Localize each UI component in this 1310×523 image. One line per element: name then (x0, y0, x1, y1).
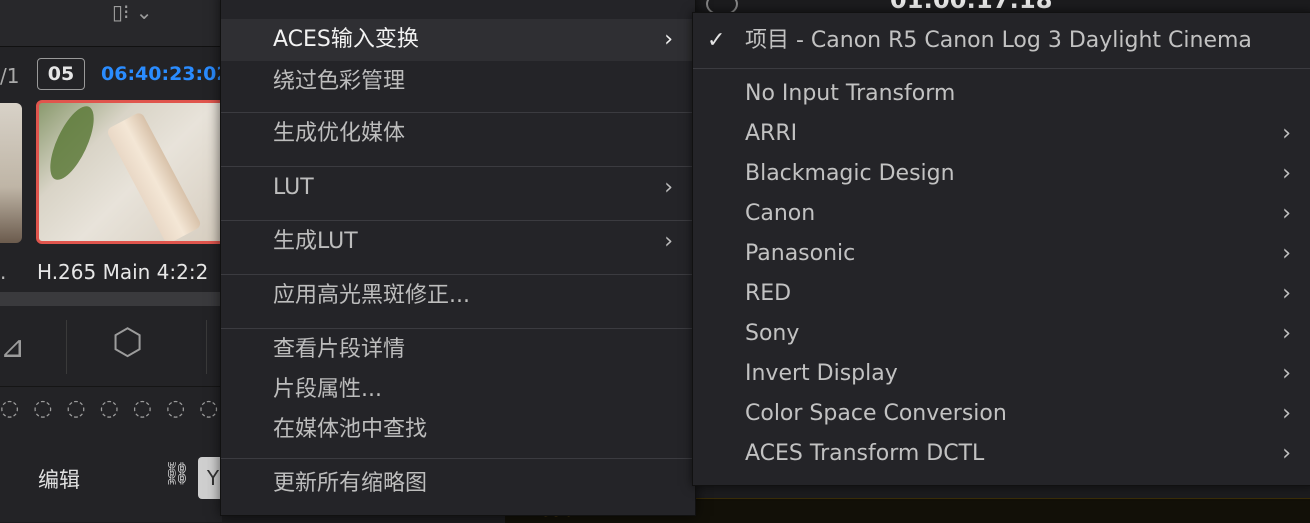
chevron-right-icon: › (664, 175, 673, 200)
menu-item-label: 片段属性... (273, 377, 382, 402)
clip-number-badge: 05 (37, 58, 85, 90)
clip-counter: /1 (0, 64, 20, 88)
submenu-item-panasonic[interactable]: Panasonic › (693, 235, 1310, 273)
menu-item-label: 生成LUT (273, 229, 358, 254)
submenu-item-aces-transform-dctl[interactable]: ACES Transform DCTL › (693, 435, 1310, 473)
chevron-right-icon: › (664, 229, 673, 254)
menu-item-label: 查看片段详情 (273, 337, 406, 362)
menu-item-generate-lut[interactable]: 生成LUT › (221, 223, 695, 261)
menu-item-clip-attributes[interactable]: 片段属性... (221, 371, 695, 409)
menu-separator (221, 328, 695, 329)
menu-item-label: 生成优化媒体 (273, 121, 406, 146)
submenu-item-project-default[interactable]: ✓ 项目 - Canon R5 Canon Log 3 Daylight Cin… (693, 21, 1310, 61)
menu-item-bypass-color-management[interactable]: 绕过色彩管理 (221, 63, 695, 101)
menu-item-generate-optimized-media[interactable]: 生成优化媒体 (221, 115, 695, 153)
menu-item-label: 绕过色彩管理 (273, 69, 406, 94)
submenu-item-label: Canon (745, 201, 816, 226)
menu-separator (221, 112, 695, 113)
context-menu: ACES输入变换 › 绕过色彩管理 生成优化媒体 LUT › 生成LUT › 应… (220, 0, 696, 516)
menu-separator (221, 458, 695, 459)
clip-codec-label: H.265 Main 4:2:2 (37, 260, 209, 284)
submenu-item-red[interactable]: RED › (693, 275, 1310, 313)
submenu-item-label: Sony (745, 321, 800, 346)
menu-item-update-thumbnails[interactable]: 更新所有缩略图 (221, 465, 695, 503)
submenu-item-color-space-conversion[interactable]: Color Space Conversion › (693, 395, 1310, 433)
submenu-item-label: Blackmagic Design (745, 161, 955, 186)
chevron-right-icon: › (1282, 121, 1291, 146)
menu-item-clip-details[interactable]: 查看片段详情 (221, 331, 695, 369)
menu-item-label: 在媒体池中查找 (273, 417, 428, 442)
submenu-item-sony[interactable]: Sony › (693, 315, 1310, 353)
submenu-item-label: 项目 - Canon R5 Canon Log 3 Daylight Cinem… (745, 28, 1252, 53)
submenu-item-label: RED (745, 281, 792, 306)
submenu-item-blackmagic-design[interactable]: Blackmagic Design › (693, 155, 1310, 193)
submenu-item-label: No Input Transform (745, 81, 956, 106)
menu-separator (221, 274, 695, 275)
clip-thumbnail-prev[interactable] (0, 103, 22, 243)
clip-thumbnail-selected[interactable] (36, 100, 226, 244)
submenu-item-label: ARRI (745, 121, 798, 146)
checkmark-icon: ✓ (707, 28, 726, 53)
chevron-right-icon: › (1282, 321, 1291, 346)
submenu-item-canon[interactable]: Canon › (693, 195, 1310, 233)
layout-toggle-icon[interactable]: ▯⁝ ⌄ (112, 0, 152, 24)
menu-item-aces-input-transform[interactable]: ACES输入变换 › (221, 19, 695, 61)
chevron-right-icon: › (1282, 401, 1291, 426)
edit-label: 编辑 (38, 468, 80, 492)
chevron-right-icon: › (1282, 441, 1291, 466)
clip-strip-scrollbar[interactable] (0, 292, 222, 306)
menu-item-find-in-media-pool[interactable]: 在媒体池中查找 (221, 411, 695, 449)
palette-toolbar (0, 306, 222, 387)
menu-item-highlight-fix[interactable]: 应用高光黑斑修正... (221, 277, 695, 315)
aces-input-transform-submenu: ✓ 项目 - Canon R5 Canon Log 3 Daylight Cin… (692, 12, 1310, 486)
submenu-item-invert-display[interactable]: Invert Display › (693, 355, 1310, 393)
submenu-item-label: Color Space Conversion (745, 401, 1007, 426)
chevron-right-icon: › (664, 27, 673, 52)
thumbnail-image-leaf (41, 103, 103, 186)
menu-item-label: 应用高光黑斑修正... (273, 283, 470, 308)
thumbnail-image-product (105, 111, 203, 241)
chevron-right-icon: › (1282, 161, 1291, 186)
link-icon[interactable]: ⛓ (163, 462, 191, 487)
tool-divider (206, 320, 207, 374)
submenu-item-label: ACES Transform DCTL (745, 441, 985, 466)
chevron-right-icon: › (1282, 281, 1291, 306)
menu-item-label: ACES输入变换 (273, 27, 419, 52)
submenu-separator (693, 68, 1310, 69)
menu-separator (221, 166, 695, 167)
clip-timecode: 06:40:23:02 (101, 63, 230, 85)
color-warper-icon[interactable]: ⬡ (112, 322, 143, 363)
toolbar (0, 0, 222, 47)
submenu-item-arri[interactable]: ARRI › (693, 115, 1310, 153)
menu-item-lut[interactable]: LUT › (221, 169, 695, 207)
curves-icon[interactable]: ⊿ (0, 330, 25, 365)
menu-item-label: 更新所有缩略图 (273, 471, 428, 496)
chevron-right-icon: › (1282, 241, 1291, 266)
submenu-item-label: Invert Display (745, 361, 898, 386)
color-wheels-icons[interactable]: ◌◌◌◌◌◌◌ (0, 396, 232, 421)
chevron-right-icon: › (1282, 361, 1291, 386)
tool-divider (66, 320, 67, 374)
submenu-item-no-input-transform[interactable]: No Input Transform (693, 75, 1310, 113)
menu-separator (221, 220, 695, 221)
menu-item-label: LUT (273, 175, 314, 200)
submenu-item-label: Panasonic (745, 241, 856, 266)
clip-prev-label: . (0, 260, 7, 284)
chevron-right-icon: › (1282, 201, 1291, 226)
